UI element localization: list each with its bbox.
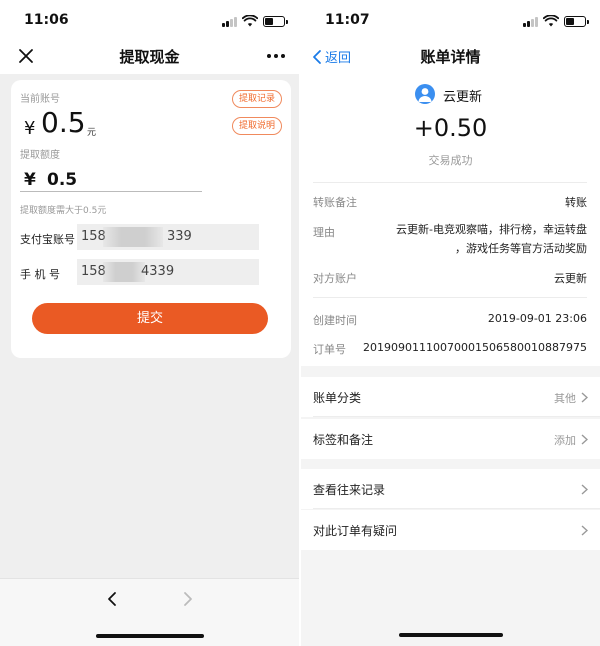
- redacted-blur: [103, 262, 145, 282]
- tags-notes-value: 添加: [554, 434, 576, 447]
- status-icons: [222, 15, 288, 27]
- home-indicator: [399, 633, 503, 637]
- tags-notes-label: 标签和备注: [313, 433, 374, 447]
- wifi-icon: [543, 15, 559, 27]
- user-icon: [418, 88, 432, 102]
- signal-icon: [222, 16, 237, 27]
- account-label: 当前账号: [20, 94, 60, 105]
- withdraw-currency: ¥: [24, 170, 36, 190]
- battery-icon: [263, 16, 288, 27]
- home-indicator: [96, 634, 204, 638]
- avatar: [415, 84, 435, 104]
- phone-label: 手 机 号: [20, 268, 60, 281]
- order-number-label: 订单号: [313, 343, 346, 356]
- forward-arrow-icon[interactable]: [180, 591, 196, 607]
- balance-unit: 元: [87, 128, 97, 138]
- submit-button[interactable]: 提交: [32, 303, 268, 334]
- order-question-row[interactable]: 对此订单有疑问: [301, 510, 600, 550]
- status-time: 11:06: [24, 12, 69, 28]
- alipay-account-end: 339: [167, 229, 192, 244]
- chevron-right-icon: [581, 434, 588, 445]
- signal-icon: [523, 16, 538, 27]
- bill-header: 云更新 +0.50 交易成功: [301, 74, 600, 174]
- phone-field[interactable]: 158 4339: [77, 259, 259, 285]
- transaction-amount: +0.50: [413, 114, 488, 142]
- nav-bar: 返回 账单详情: [301, 40, 600, 74]
- withdraw-screen: 11:06 提取现金 当前账号 ¥ 0.5 元 提取记录 提取说明 提取额度 ¥…: [0, 0, 299, 646]
- redacted-blur: [103, 227, 163, 247]
- back-arrow-icon[interactable]: [104, 591, 120, 607]
- phone-end: 4339: [141, 264, 175, 279]
- history-records-label: 查看往来记录: [313, 483, 386, 497]
- transaction-status: 交易成功: [428, 154, 473, 167]
- reason-value: 云更新-电竞观察喵，排行榜，幸运转盘 ，游戏任务等官方活动奖励: [367, 220, 587, 258]
- reason-line-2: ，游戏任务等官方活动奖励: [455, 242, 587, 255]
- more-icon[interactable]: [267, 54, 285, 58]
- bill-detail-screen: 11:07 返回 账单详情 云更新 +0.50 交易成功 转账备注 转账 理由: [301, 0, 600, 646]
- chevron-right-icon: [581, 484, 588, 495]
- reason-line-1: 云更新-电竞观察喵，排行榜，幸运转盘: [396, 223, 587, 236]
- page-title: 账单详情: [420, 48, 481, 66]
- browser-toolbar: [0, 578, 299, 646]
- remark-label: 转账备注: [313, 196, 357, 209]
- chevron-right-icon: [581, 392, 588, 403]
- bill-category-label: 账单分类: [313, 391, 362, 405]
- divider: [313, 416, 600, 417]
- withdraw-card: 当前账号 ¥ 0.5 元 提取记录 提取说明 提取额度 ¥ 0.5 提取额度需大…: [11, 80, 291, 358]
- alipay-label: 支付宝账号: [20, 233, 75, 246]
- status-bar: 11:07: [301, 0, 600, 40]
- withdraw-hint: 提取额度需大于0.5元: [20, 206, 107, 216]
- bill-category-row[interactable]: 账单分类 其他: [301, 377, 600, 417]
- order-question-label: 对此订单有疑问: [313, 524, 398, 538]
- tags-notes-row[interactable]: 标签和备注 添加: [301, 419, 600, 459]
- remark-value: 转账: [565, 196, 587, 209]
- divider: [313, 182, 587, 183]
- counterparty-value: 云更新: [554, 272, 587, 285]
- nav-bar: 提取现金: [0, 40, 299, 74]
- page-title: 提取现金: [119, 48, 180, 66]
- chevron-right-icon: [581, 525, 588, 536]
- withdraw-explain-button[interactable]: 提取说明: [231, 117, 282, 135]
- input-underline: [20, 191, 202, 192]
- withdraw-record-button[interactable]: 提取记录: [231, 90, 282, 108]
- withdraw-label: 提取额度: [20, 150, 60, 161]
- payee-name: 云更新: [443, 90, 483, 105]
- created-time-value: 2019-09-01 23:06: [487, 312, 587, 325]
- battery-icon: [564, 16, 589, 27]
- status-icons: [523, 15, 589, 27]
- counterparty-label: 对方账户: [313, 272, 357, 285]
- bill-category-value: 其他: [554, 392, 576, 405]
- balance-amount: 0.5: [41, 106, 86, 139]
- reason-label: 理由: [313, 226, 335, 239]
- balance-currency: ¥: [24, 118, 36, 139]
- created-time-label: 创建时间: [313, 314, 357, 327]
- status-time: 11:07: [325, 12, 370, 28]
- history-records-row[interactable]: 查看往来记录: [301, 469, 600, 509]
- alipay-account-field[interactable]: 158 339: [77, 224, 259, 250]
- bill-details: 转账备注 转账 理由 云更新-电竞观察喵，排行榜，幸运转盘 ，游戏任务等官方活动…: [301, 174, 600, 366]
- wifi-icon: [242, 15, 258, 27]
- order-number-value: 2019090111007000150658001088797​5: [363, 341, 587, 354]
- status-bar: 11:06: [0, 0, 299, 40]
- divider: [313, 508, 600, 509]
- withdraw-amount-input[interactable]: 0.5: [47, 170, 77, 190]
- divider: [313, 297, 587, 298]
